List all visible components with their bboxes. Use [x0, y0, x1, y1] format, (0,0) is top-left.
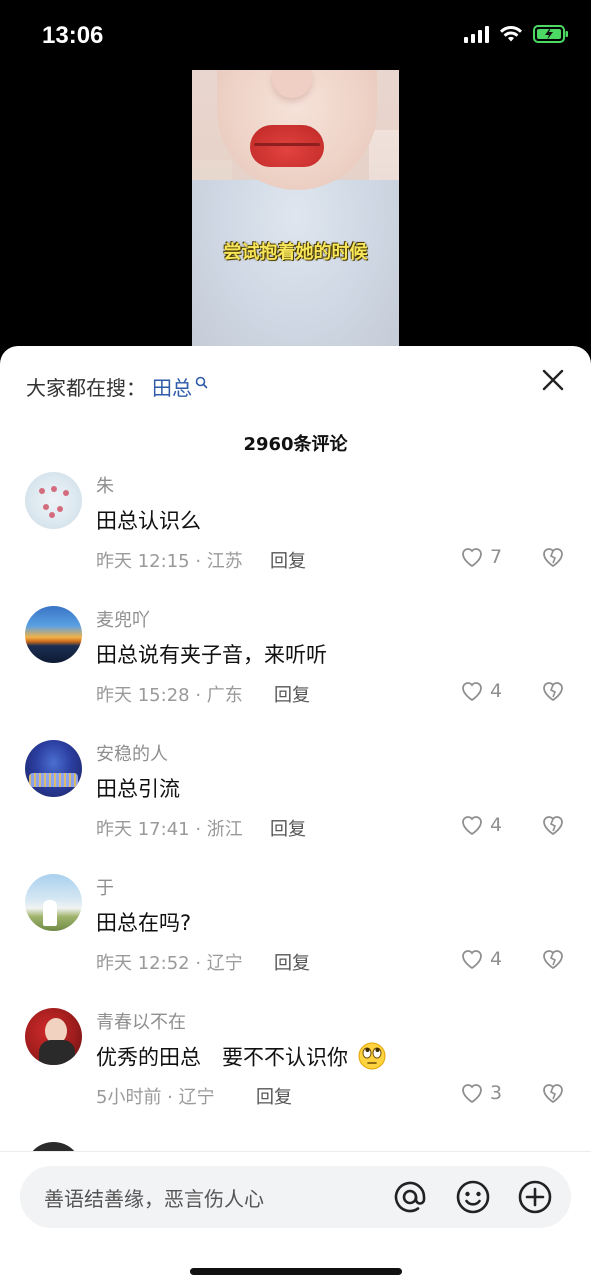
comment-count: 2960条评论 — [243, 434, 348, 455]
comment-text[interactable]: 田总认识么 — [96, 505, 201, 535]
trending-search: 大家都在搜： 田总 — [26, 372, 208, 401]
like-button[interactable]: 3 — [460, 1082, 502, 1104]
reply-button[interactable]: 回复 — [256, 1083, 292, 1109]
like-button[interactable]: 4 — [460, 680, 502, 702]
dislike-button[interactable] — [541, 814, 565, 840]
comment-meta: 昨天 15:28 · 广东 — [96, 685, 243, 706]
rolling-eyes-emoji-icon — [357, 1041, 387, 1076]
smiley-icon[interactable] — [453, 1177, 493, 1217]
comment-text-content: 优秀的田总 要不不认识你 — [96, 1045, 348, 1070]
comment-meta: 5小时前 · 辽宁 — [96, 1087, 215, 1108]
like-count: 4 — [490, 814, 503, 836]
broken-heart-icon — [543, 950, 563, 970]
comment-username[interactable]: 朱 — [96, 472, 114, 498]
heart-icon — [462, 548, 482, 568]
dislike-button[interactable] — [541, 680, 565, 706]
avatar[interactable] — [25, 874, 82, 931]
comment-text[interactable]: 田总说有夹子音，来听听 — [96, 639, 327, 669]
like-count: 7 — [490, 546, 503, 568]
avatar[interactable] — [25, 472, 82, 529]
comment-item: 青春以不在 优秀的田总 要不不认识你 5小时前 · 辽宁 回复 3 — [0, 1008, 591, 1142]
comment-item: 麦兜吖 田总说有夹子音，来听听 昨天 15:28 · 广东 回复 4 — [0, 606, 591, 740]
close-icon[interactable] — [539, 366, 567, 394]
plus-circle-icon[interactable] — [515, 1177, 555, 1217]
wifi-icon — [499, 25, 523, 43]
comment-username[interactable]: 安稳的人 — [96, 740, 168, 766]
dislike-button[interactable] — [541, 546, 565, 572]
status-icons — [464, 24, 569, 44]
search-icon[interactable] — [195, 370, 208, 394]
broken-heart-icon — [543, 1084, 563, 1104]
video-frame: 尝试抱着她的时候 — [192, 70, 399, 360]
broken-heart-icon — [543, 548, 563, 568]
reply-button[interactable]: 回复 — [274, 949, 310, 975]
comment-item: 朱 田总认识么 昨天 12:15 · 江苏 回复 7 — [0, 472, 591, 606]
like-button[interactable]: 4 — [460, 814, 502, 836]
like-count: 4 — [490, 948, 503, 970]
avatar[interactable] — [25, 740, 82, 797]
comment-meta: 昨天 12:52 · 辽宁 — [96, 953, 243, 974]
status-bar: 13:06 — [0, 0, 591, 70]
comment-username[interactable]: 麦兜吖 — [96, 606, 150, 632]
trending-search-prefix: 大家都在搜： — [26, 376, 146, 400]
avatar[interactable] — [25, 1008, 82, 1065]
home-indicator — [190, 1268, 402, 1275]
cellular-signal-icon — [464, 25, 489, 43]
heart-icon — [462, 816, 482, 836]
broken-heart-icon — [543, 816, 563, 836]
reply-button[interactable]: 回复 — [274, 681, 310, 707]
like-button[interactable]: 7 — [460, 546, 502, 568]
heart-icon — [462, 950, 482, 970]
video-lips — [250, 125, 324, 167]
comment-text[interactable]: 田总引流 — [96, 773, 180, 803]
status-time: 13:06 — [42, 22, 104, 49]
video-player[interactable]: 尝试抱着她的时候 — [0, 70, 591, 360]
comment-text[interactable]: 田总在吗? — [96, 907, 191, 937]
dislike-button[interactable] — [541, 948, 565, 974]
broken-heart-icon — [543, 682, 563, 702]
battery-charging-icon — [533, 24, 569, 44]
heart-icon — [462, 682, 482, 702]
like-count: 4 — [490, 680, 503, 702]
avatar[interactable] — [25, 606, 82, 663]
comment-input-placeholder: 善语结善缘，恶言伤人心 — [44, 1187, 264, 1211]
video-lips-line — [254, 143, 320, 146]
at-icon[interactable] — [390, 1177, 430, 1217]
comment-input[interactable]: 善语结善缘，恶言伤人心 — [20, 1166, 571, 1228]
comment-item: 于 田总在吗? 昨天 12:52 · 辽宁 回复 4 — [0, 874, 591, 1008]
comment-meta: 昨天 12:15 · 江苏 — [96, 551, 243, 572]
video-subtitle: 尝试抱着她的时候 — [223, 242, 368, 263]
comment-meta: 昨天 17:41 · 浙江 — [96, 819, 243, 840]
comment-username[interactable]: 青春以不在 — [96, 1008, 186, 1034]
heart-icon — [462, 1084, 482, 1104]
video-sweater — [192, 180, 399, 360]
comment-input-bar: 善语结善缘，恶言伤人心 — [0, 1151, 591, 1280]
like-button[interactable]: 4 — [460, 948, 502, 970]
trending-search-term[interactable]: 田总 — [152, 372, 192, 401]
like-count: 3 — [490, 1082, 503, 1104]
reply-button[interactable]: 回复 — [270, 547, 306, 573]
dislike-button[interactable] — [541, 1082, 565, 1108]
comments-sheet: 大家都在搜： 田总 2960条评论 朱 田总认识么 昨天 12:15 · 江苏 … — [0, 346, 591, 1280]
comment-text[interactable]: 优秀的田总 要不不认识你 — [96, 1041, 387, 1076]
comment-item: 安稳的人 田总引流 昨天 17:41 · 浙江 回复 4 — [0, 740, 591, 874]
comment-username[interactable]: 于 — [96, 874, 114, 900]
reply-button[interactable]: 回复 — [270, 815, 306, 841]
